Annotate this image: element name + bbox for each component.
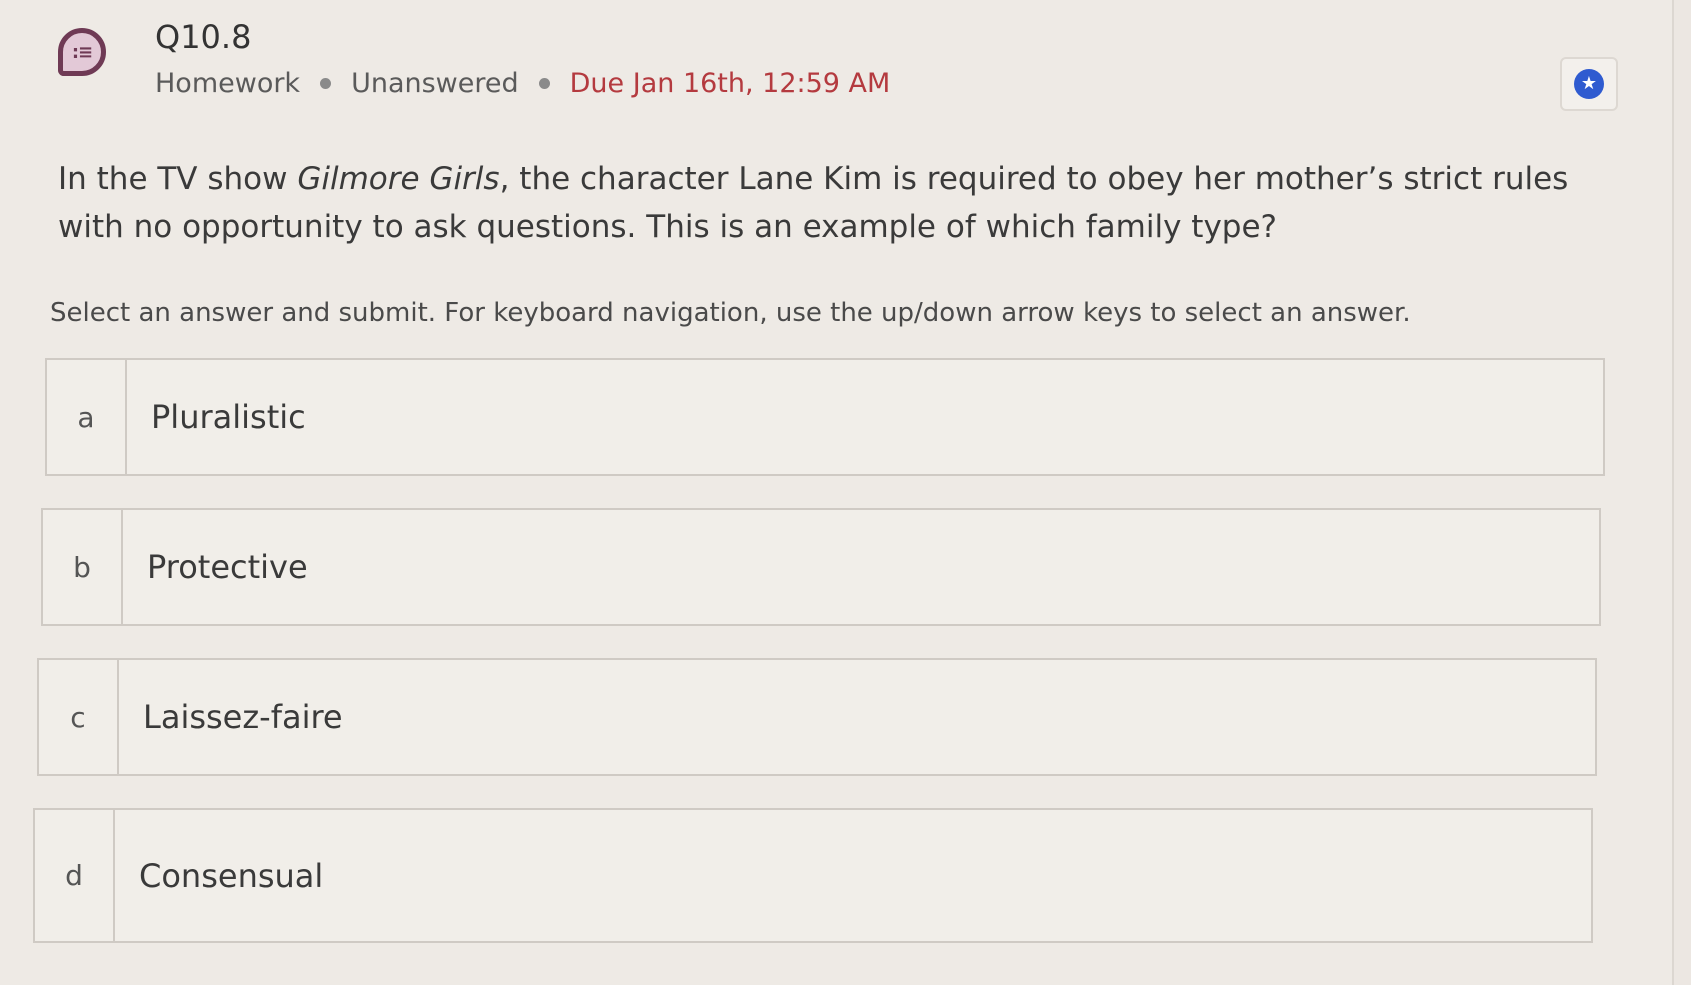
option-letter: a: [47, 360, 127, 474]
instructions: Select an answer and submit. For keyboar…: [50, 298, 1411, 328]
option-letter: b: [43, 510, 123, 624]
answer-option-c[interactable]: c Laissez-faire: [37, 658, 1597, 776]
assignment-type: Homework: [155, 68, 301, 99]
show-title: Gilmore Girls: [297, 161, 500, 197]
option-letter: c: [39, 660, 119, 774]
question-number: Q10.8: [155, 18, 252, 56]
page: :≡ Q10.8 Homework Unanswered Due Jan 16t…: [0, 0, 1691, 985]
question-text: In the TV show Gilmore Girls, the charac…: [58, 161, 1569, 245]
answer-option-a[interactable]: a Pluralistic: [45, 358, 1605, 476]
option-letter: d: [35, 810, 115, 941]
answer-option-b[interactable]: b Protective: [41, 508, 1601, 626]
option-label: Laissez-faire: [143, 698, 343, 736]
option-label: Pluralistic: [151, 398, 306, 436]
option-label: Consensual: [139, 856, 324, 895]
due-date: Due Jan 16th, 12:59 AM: [569, 68, 891, 99]
list-chat-icon: :≡: [58, 28, 106, 76]
answer-status: Unanswered: [351, 68, 519, 99]
separator-dot: [538, 78, 550, 89]
question-card: :≡ Q10.8 Homework Unanswered Due Jan 16t…: [0, 0, 1674, 985]
separator-dot: [320, 78, 332, 89]
option-label: Protective: [147, 548, 308, 586]
answer-option-d[interactable]: d Consensual: [33, 808, 1593, 943]
question-meta: Homework Unanswered Due Jan 16th, 12:59 …: [155, 68, 890, 99]
bookmark-button[interactable]: ★: [1560, 57, 1618, 111]
star-icon: ★: [1574, 69, 1604, 99]
